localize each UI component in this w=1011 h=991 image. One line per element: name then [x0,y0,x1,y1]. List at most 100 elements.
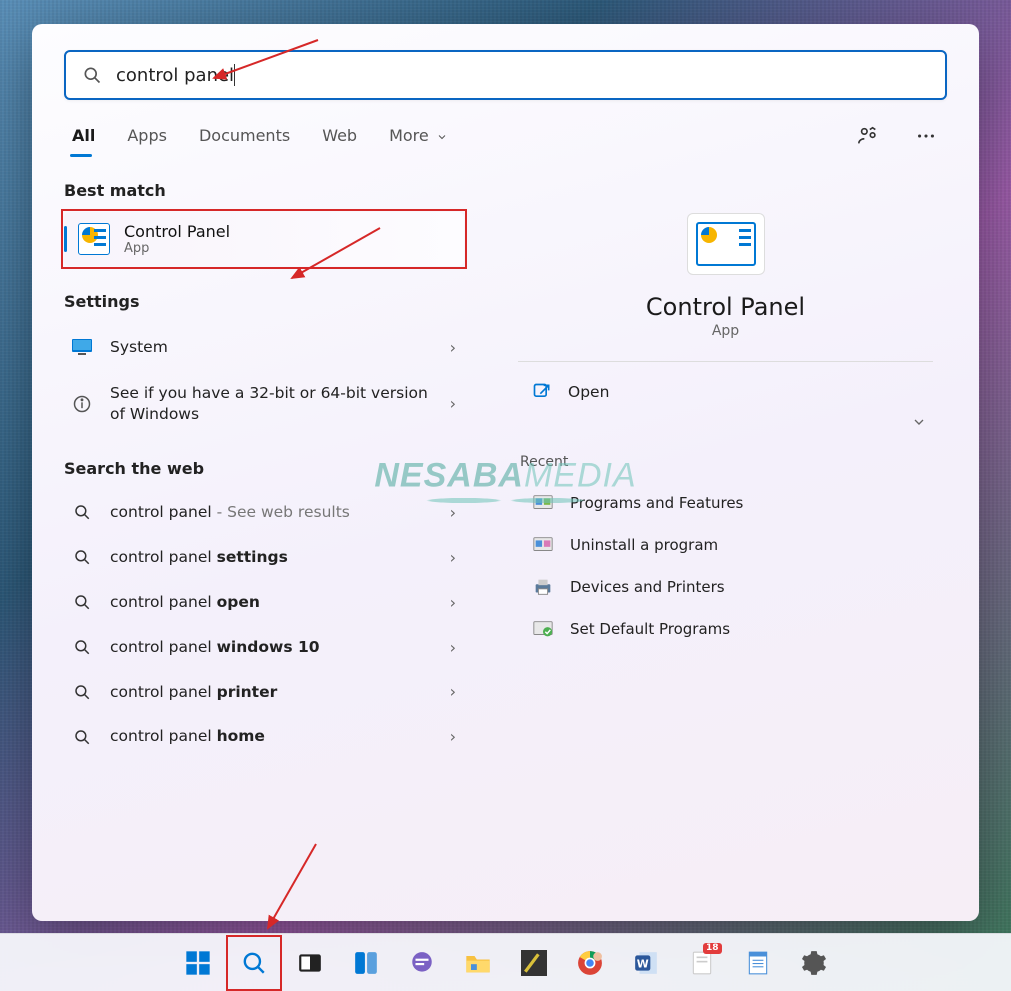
settings-system[interactable]: System › [64,323,464,371]
uninstall-icon [532,534,554,556]
recent-label: Uninstall a program [570,536,718,554]
start-search-panel: control panel All Apps Documents Web Mor… [32,24,979,921]
chevron-right-icon: › [450,503,456,522]
text-cursor [234,64,235,86]
search-icon [73,683,91,701]
web-result-2[interactable]: control panel open › [64,580,464,625]
chat-icon [409,950,435,976]
recent-devices-printers[interactable]: Devices and Printers [516,566,935,608]
tab-web[interactable]: Web [320,120,359,155]
chevron-right-icon: › [450,338,456,357]
windows-icon [184,949,212,977]
search-icon [73,503,91,521]
search-icon [73,638,91,656]
taskbar-explorer[interactable] [455,940,501,986]
chevron-right-icon: › [450,548,456,567]
folder-icon [464,949,492,977]
word-icon: W [633,950,659,976]
search-tabs: All Apps Documents Web More [70,120,941,155]
web-result-prefix: control panel [110,727,217,745]
chevron-right-icon: › [450,638,456,657]
recent-label: Programs and Features [570,494,743,512]
badge-count: 18 [703,943,722,954]
search-icon [73,548,91,566]
control-panel-icon [696,222,756,266]
web-result-3[interactable]: control panel windows 10 › [64,625,464,670]
detail-app-icon [687,213,765,275]
recent-heading: Recent [520,454,931,470]
task-view-icon [297,950,323,976]
app-icon [521,950,547,976]
detail-title: Control Panel [504,293,947,321]
start-button[interactable] [175,940,221,986]
search-icon [73,593,91,611]
result-control-panel[interactable]: Control Panel App [64,212,464,266]
web-result-4[interactable]: control panel printer › [64,670,464,715]
taskbar-word[interactable]: W [623,940,669,986]
chevron-right-icon: › [450,727,456,746]
account-switch-icon[interactable] [853,121,883,155]
search-icon [241,950,267,976]
more-options-icon[interactable] [911,121,941,155]
action-open-label: Open [568,383,609,401]
web-result-bold: home [217,727,265,745]
web-result-bold: windows 10 [217,638,320,656]
recent-default-programs[interactable]: Set Default Programs [516,608,935,650]
tab-documents[interactable]: Documents [197,120,292,155]
web-result-1[interactable]: control panel settings › [64,535,464,580]
recent-programs-features[interactable]: Programs and Features [516,482,935,524]
search-icon [82,65,102,85]
taskbar-widgets[interactable] [343,940,389,986]
recent-label: Set Default Programs [570,620,730,638]
taskbar: W 18 [0,933,1011,991]
web-result-prefix: control panel [110,503,212,521]
recent-label: Devices and Printers [570,578,725,596]
action-open[interactable]: Open [516,370,935,414]
web-result-prefix: control panel [110,638,217,656]
web-result-0[interactable]: control panel - See web results › [64,490,464,535]
section-settings: Settings [64,292,464,311]
recent-uninstall[interactable]: Uninstall a program [516,524,935,566]
detail-header: Control Panel App [504,213,947,339]
control-panel-icon [78,223,110,255]
section-best-match: Best match [64,181,464,200]
result-subtitle: App [124,241,230,256]
web-result-prefix: control panel [110,548,217,566]
search-box[interactable]: control panel [64,50,947,100]
tab-more-label: More [389,126,429,145]
widgets-icon [353,950,379,976]
expand-toggle[interactable] [504,414,947,430]
chrome-icon [577,950,603,976]
taskbar-task-view[interactable] [287,940,333,986]
web-result-prefix: control panel [110,593,217,611]
taskbar-chat[interactable] [399,940,445,986]
search-icon [73,728,91,746]
detail-subtitle: App [504,323,947,339]
taskbar-notepad[interactable] [735,940,781,986]
tab-more[interactable]: More [387,120,450,155]
settings-bit-version[interactable]: See if you have a 32-bit or 64-bit versi… [64,371,464,437]
svg-text:W: W [636,957,648,970]
annotation-highlight [61,209,467,269]
taskbar-app-2[interactable]: 18 [679,940,725,986]
taskbar-app-1[interactable] [511,940,557,986]
result-title: Control Panel [124,222,230,241]
chevron-right-icon: › [450,682,456,701]
chevron-down-icon [911,414,927,430]
web-result-suffix: - See web results [212,503,350,521]
chevron-right-icon: › [450,593,456,612]
tab-apps[interactable]: Apps [125,120,169,155]
web-result-5[interactable]: control panel home › [64,714,464,759]
section-search-web: Search the web [64,459,464,478]
defaults-icon [532,618,554,640]
chevron-right-icon: › [450,394,456,413]
chevron-down-icon [436,131,448,143]
notepad-icon [745,950,771,976]
settings-bit-version-label: See if you have a 32-bit or 64-bit versi… [110,383,436,425]
taskbar-settings[interactable] [791,940,837,986]
printer-icon [532,576,554,598]
tab-all[interactable]: All [70,120,97,155]
divider [518,361,933,362]
taskbar-chrome[interactable] [567,940,613,986]
taskbar-search[interactable] [231,940,277,986]
